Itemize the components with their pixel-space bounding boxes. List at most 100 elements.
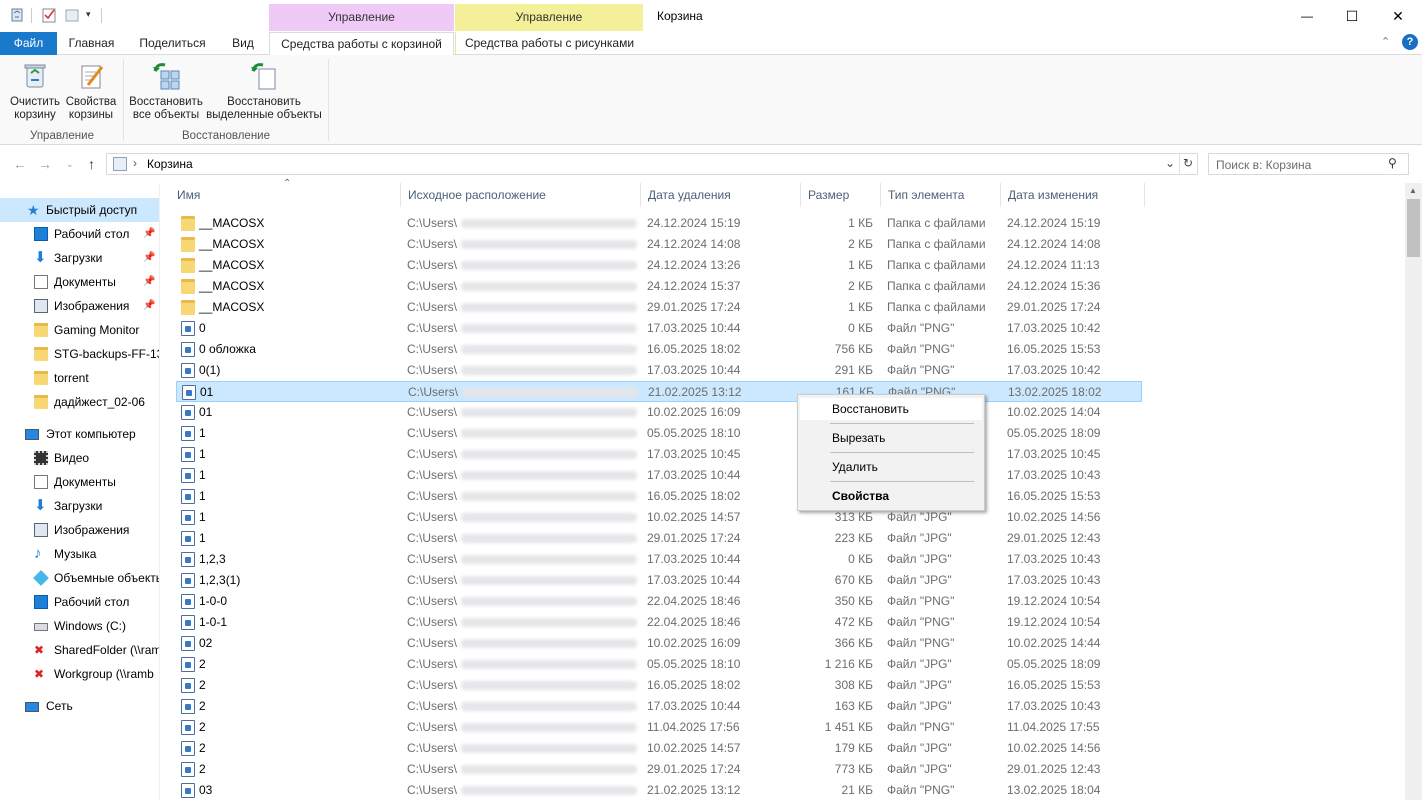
back-arrow-icon[interactable]: ← bbox=[13, 156, 27, 172]
tab-recycle-bin-tools[interactable]: Средства работы с корзиной bbox=[269, 32, 454, 56]
file-row[interactable]: 1 C:\Users\ 17.03.2025 10:44 17.03.2025 10:… bbox=[176, 465, 1142, 486]
file-row[interactable]: __MACOSX C:\Users\ 24.12.2024 15:19 1 КБ Пап… bbox=[176, 213, 1142, 234]
column-location[interactable]: Исходное расположение bbox=[401, 183, 641, 207]
file-row[interactable]: 1 C:\Users\ 05.05.2025 18:10 05.05.2025 18:… bbox=[176, 423, 1142, 444]
nav-3d-objects[interactable]: Объемные объекты bbox=[0, 566, 159, 590]
new-folder-icon[interactable] bbox=[64, 7, 80, 23]
file-row[interactable]: __MACOSX C:\Users\ 24.12.2024 15:37 2 КБ Пап… bbox=[176, 276, 1142, 297]
nav-pc-downloads[interactable]: ⬇ Загрузки bbox=[0, 494, 159, 518]
vertical-scrollbar[interactable] bbox=[1405, 183, 1422, 800]
column-size[interactable]: Размер bbox=[801, 183, 881, 207]
nav-torrent[interactable]: torrent bbox=[0, 366, 159, 390]
file-row[interactable]: 01 C:\Users\ 21.02.2025 13:12 161 КБ Файл "P… bbox=[176, 381, 1142, 402]
file-row[interactable]: 1 C:\Users\ 17.03.2025 10:45 17.03.2025 10:… bbox=[176, 444, 1142, 465]
file-row[interactable]: 03 C:\Users\ 21.02.2025 13:12 21 КБ Файл "PN… bbox=[176, 780, 1142, 801]
restore-all-label-2: все объекты bbox=[132, 109, 200, 121]
file-row[interactable]: 01 C:\Users\ 10.02.2025 16:09 10.02.2025 14… bbox=[176, 402, 1142, 423]
file-row[interactable]: 2 C:\Users\ 29.01.2025 17:24 773 КБ Файл "JP… bbox=[176, 759, 1142, 780]
file-row[interactable]: __MACOSX C:\Users\ 24.12.2024 13:26 1 КБ Пап… bbox=[176, 255, 1142, 276]
nav-music[interactable]: ♪ Музыка bbox=[0, 542, 159, 566]
file-row[interactable]: __MACOSX C:\Users\ 29.01.2025 17:24 1 КБ Пап… bbox=[176, 297, 1142, 318]
file-row[interactable]: 1 C:\Users\ 29.01.2025 17:24 223 КБ Файл "JP… bbox=[176, 528, 1142, 549]
restore-all-button[interactable]: Восстановить все объекты bbox=[128, 61, 204, 122]
restore-selected-button[interactable]: Восстановить выделенные объекты bbox=[205, 61, 323, 122]
properties-icon[interactable] bbox=[41, 7, 57, 23]
nav-downloads[interactable]: ⬇ Загрузки 📌 bbox=[0, 246, 159, 270]
column-type[interactable]: Тип элемента bbox=[881, 183, 1001, 207]
nav-digest[interactable]: дадйжест_02-06 bbox=[0, 390, 159, 414]
scrollbar-thumb[interactable] bbox=[1407, 199, 1420, 257]
nav-network[interactable]: Сеть bbox=[0, 694, 159, 718]
tab-share[interactable]: Поделиться bbox=[130, 32, 215, 55]
help-icon[interactable]: ? bbox=[1402, 34, 1418, 50]
nav-pc-documents[interactable]: Документы bbox=[0, 470, 159, 494]
nav-this-pc[interactable]: Этот компьютер bbox=[0, 422, 159, 446]
refresh-icon[interactable]: ↻ bbox=[1183, 156, 1193, 170]
menu-delete[interactable]: Удалить bbox=[800, 456, 982, 478]
nav-drive-c[interactable]: Windows (C:) bbox=[0, 614, 159, 638]
bin-properties-label-2: корзины bbox=[68, 109, 114, 121]
file-deleted-date: 29.01.2025 17:24 bbox=[647, 762, 741, 776]
menu-properties[interactable]: Свойства bbox=[800, 485, 982, 507]
menu-cut[interactable]: Вырезать bbox=[800, 427, 982, 449]
file-size: 1 216 КБ bbox=[824, 657, 873, 671]
tab-picture-tools[interactable]: Средства работы с рисунками bbox=[455, 32, 643, 55]
tab-view[interactable]: Вид bbox=[224, 32, 262, 55]
file-row[interactable]: 2 C:\Users\ 11.04.2025 17:56 1 451 КБ Файл "… bbox=[176, 717, 1142, 738]
redacted-path bbox=[461, 471, 637, 480]
bin-properties-button[interactable]: Свойства корзины bbox=[64, 61, 118, 122]
file-row[interactable]: 2 C:\Users\ 05.05.2025 18:10 1 216 КБ Файл "… bbox=[176, 654, 1142, 675]
customize-qat-icon[interactable]: ▾ bbox=[86, 9, 91, 20]
file-row[interactable]: 1-0-1 C:\Users\ 22.04.2025 18:46 472 КБ Файл… bbox=[176, 612, 1142, 633]
file-deleted-date: 24.12.2024 14:08 bbox=[647, 237, 741, 251]
empty-bin-button[interactable]: Очистить корзину bbox=[6, 61, 64, 122]
scroll-up-icon[interactable]: ▲ bbox=[1409, 186, 1417, 195]
file-row[interactable]: 1 C:\Users\ 10.02.2025 14:57 313 КБ Файл "JP… bbox=[176, 507, 1142, 528]
file-modified-date: 17.03.2025 10:43 bbox=[1007, 552, 1101, 566]
file-row[interactable]: 02 C:\Users\ 10.02.2025 16:09 366 КБ Файл "P… bbox=[176, 633, 1142, 654]
file-row[interactable]: __MACOSX C:\Users\ 24.12.2024 14:08 2 КБ Пап… bbox=[176, 234, 1142, 255]
nav-label: дадйжест_02-06 bbox=[54, 395, 145, 409]
nav-pc-pictures[interactable]: Изображения bbox=[0, 518, 159, 542]
file-row[interactable]: 1,2,3(1) C:\Users\ 17.03.2025 10:44 670 КБ Ф… bbox=[176, 570, 1142, 591]
up-arrow-icon[interactable]: ↑ bbox=[88, 156, 95, 172]
file-row[interactable]: 2 C:\Users\ 16.05.2025 18:02 308 КБ Файл "JP… bbox=[176, 675, 1142, 696]
menu-restore[interactable]: Восстановить bbox=[800, 398, 982, 420]
column-name[interactable]: Имя bbox=[170, 183, 401, 207]
pin-icon: 📌 bbox=[143, 228, 156, 239]
file-row[interactable]: 0 обложка C:\Users\ 16.05.2025 18:02 756 КБ… bbox=[176, 339, 1142, 360]
nav-shared-folder[interactable]: ✖ SharedFolder (\\ram bbox=[0, 638, 159, 662]
tab-home[interactable]: Главная bbox=[60, 32, 123, 55]
nav-pictures[interactable]: Изображения 📌 bbox=[0, 294, 159, 318]
file-row[interactable]: 0(1) C:\Users\ 17.03.2025 10:44 291 КБ Файл … bbox=[176, 360, 1142, 381]
file-row[interactable]: 2 C:\Users\ 17.03.2025 10:44 163 КБ Файл "JP… bbox=[176, 696, 1142, 717]
nav-quick-access[interactable]: ★ Быстрый доступ bbox=[0, 198, 159, 222]
file-row[interactable]: 1-0-0 C:\Users\ 22.04.2025 18:46 350 КБ Файл… bbox=[176, 591, 1142, 612]
address-bar[interactable]: › Корзина ⌄ ↻ bbox=[106, 153, 1198, 175]
nav-documents[interactable]: Документы 📌 bbox=[0, 270, 159, 294]
file-row[interactable]: 1,2,3 C:\Users\ 17.03.2025 10:44 0 КБ Файл "… bbox=[176, 549, 1142, 570]
nav-pc-desktop[interactable]: Рабочий стол bbox=[0, 590, 159, 614]
nav-desktop[interactable]: Рабочий стол 📌 bbox=[0, 222, 159, 246]
column-modified[interactable]: Дата изменения bbox=[1001, 183, 1145, 207]
nav-video[interactable]: Видео bbox=[0, 446, 159, 470]
maximize-button[interactable]: ☐ bbox=[1329, 0, 1375, 32]
file-row[interactable]: 2 C:\Users\ 10.02.2025 14:57 179 КБ Файл "JP… bbox=[176, 738, 1142, 759]
tab-file[interactable]: Файл bbox=[0, 32, 57, 55]
recent-locations-icon[interactable]: ⌄ bbox=[66, 159, 74, 170]
file-row[interactable]: 1 C:\Users\ 16.05.2025 18:02 16.05.2025 15:… bbox=[176, 486, 1142, 507]
nav-gaming-monitor[interactable]: Gaming Monitor bbox=[0, 318, 159, 342]
search-input[interactable]: Поиск в: Корзина bbox=[1208, 153, 1409, 175]
breadcrumb[interactable]: Корзина bbox=[147, 157, 193, 171]
chevron-down-icon[interactable]: ⌄ bbox=[1165, 156, 1175, 170]
file-row[interactable]: 0 C:\Users\ 17.03.2025 10:44 0 КБ Файл "PNG"… bbox=[176, 318, 1142, 339]
minimize-button[interactable]: — bbox=[1284, 0, 1330, 32]
forward-arrow-icon[interactable]: → bbox=[38, 156, 52, 172]
column-deleted[interactable]: Дата удаления bbox=[641, 183, 801, 207]
nav-stg-backups[interactable]: STG-backups-FF-13 bbox=[0, 342, 159, 366]
close-button[interactable]: ✕ bbox=[1375, 0, 1421, 32]
nav-workgroup[interactable]: ✖ Workgroup (\\ramb bbox=[0, 662, 159, 686]
file-size: 0 КБ bbox=[848, 552, 873, 566]
collapse-ribbon-icon[interactable]: ⌃ bbox=[1381, 35, 1390, 48]
image-file-icon bbox=[181, 720, 195, 735]
